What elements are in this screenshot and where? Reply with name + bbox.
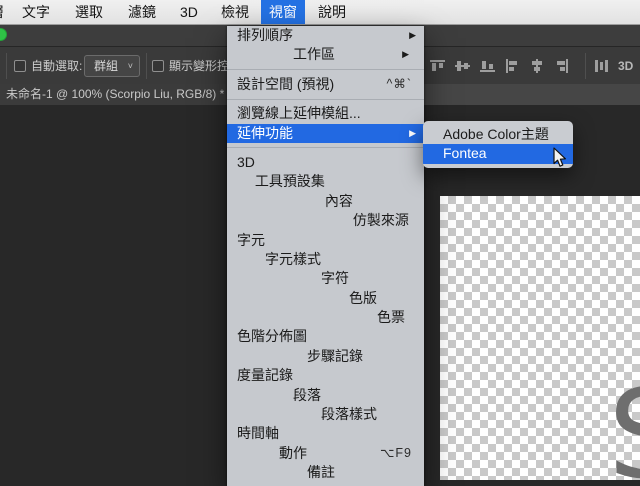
auto-select-value: 群組 (94, 59, 119, 73)
align-horizontal-centers-icon[interactable] (529, 58, 546, 74)
show-transform-checkbox[interactable] (152, 60, 164, 72)
menu-item-measurement-log[interactable]: 度量記錄 (227, 366, 424, 385)
menubar-item-select[interactable]: 選取 (75, 0, 103, 24)
menubar-item-layer-clipped[interactable]: 層 (0, 0, 4, 24)
menu-item-3d[interactable]: 3D (227, 153, 424, 172)
menubar-item-window[interactable]: 視窗 (261, 0, 305, 24)
divider (6, 53, 7, 79)
menu-item-extensions[interactable]: 延伸功能 ▶ (227, 123, 424, 143)
window-zoom-button[interactable] (0, 28, 7, 41)
window-menu: 排列順序 ▶ 工作區 ▶ 設計空間 (預視) ^⌘` 瀏覽線上延伸模組... 延伸功能… (227, 26, 424, 486)
alignment-toolbar (425, 54, 575, 78)
submenu-item-fontea[interactable]: Fontea (423, 144, 573, 164)
menu-item-clone-source[interactable]: 仿製來源 (227, 211, 424, 230)
distribute-icon[interactable] (593, 58, 610, 74)
extensions-submenu: Adobe Color主題 Fontea (423, 121, 573, 168)
submenu-arrow-icon: ▶ (402, 49, 410, 60)
menu-item-design-space[interactable]: 設計空間 (預視) ^⌘` (227, 75, 424, 94)
divider (146, 53, 147, 79)
menu-item-paragraph-styles[interactable]: 段落樣式 (227, 405, 424, 424)
document-tab[interactable]: 未命名-1 @ 100% (Scorpio Liu, RGB/8) * (0, 84, 238, 105)
menu-item-paragraph[interactable]: 段落 (227, 386, 424, 405)
menu-item-history[interactable]: 步驟記錄 (227, 347, 424, 366)
submenu-arrow-icon: ▶ (409, 127, 416, 138)
menubar-item-filter[interactable]: 濾鏡 (128, 0, 156, 24)
menu-item-arrange[interactable]: 排列順序 ▶ (227, 26, 424, 45)
menu-item-tool-presets[interactable]: 工具預設集 (227, 172, 424, 191)
options-3d-label: 3D (618, 59, 634, 73)
menu-item-workspace[interactable]: 工作區 ▶ (227, 45, 424, 64)
auto-select-label: 自動選取: (31, 59, 83, 73)
align-vertical-centers-icon[interactable] (454, 58, 471, 74)
menu-item-character-styles[interactable]: 字元樣式 (227, 250, 424, 269)
menubar-item-view[interactable]: 檢視 (221, 0, 249, 24)
menubar-item-type[interactable]: 文字 (22, 0, 50, 24)
menu-separator (227, 147, 424, 149)
menu-item-channels[interactable]: 色版 (227, 289, 424, 308)
align-right-edges-icon[interactable] (554, 58, 571, 74)
align-top-edges-icon[interactable] (429, 58, 446, 74)
chevron-down-icon: ˅ (127, 61, 133, 71)
align-left-edges-icon[interactable] (504, 58, 521, 74)
mouse-cursor-icon (553, 147, 566, 167)
align-bottom-edges-icon[interactable] (479, 58, 496, 74)
menu-bar: 層 文字 選取 濾鏡 3D 檢視 視窗 說明 (0, 0, 640, 25)
auto-select-dropdown[interactable]: 群組 ˅ (84, 55, 140, 77)
menubar-item-3d[interactable]: 3D (180, 0, 198, 24)
document-canvas[interactable]: S (440, 196, 640, 480)
shortcut-label: ^⌘` (386, 76, 412, 91)
menu-item-character[interactable]: 字元 (227, 231, 424, 250)
menubar-item-help[interactable]: 說明 (318, 0, 346, 24)
menu-item-histogram[interactable]: 色階分佈圖 (227, 327, 424, 346)
menu-separator (227, 98, 424, 100)
auto-select-checkbox[interactable] (14, 60, 26, 72)
menu-item-swatches[interactable]: 色票 (227, 308, 424, 327)
menu-separator (227, 69, 424, 71)
menu-item-timeline[interactable]: 時間軸 (227, 424, 424, 443)
document-tab-title: 未命名-1 @ 100% (Scorpio Liu, RGB/8) * (6, 87, 225, 101)
submenu-item-adobe-color-themes[interactable]: Adobe Color主題 (423, 125, 573, 145)
shortcut-label: ⌥F9 (380, 445, 412, 460)
canvas-letter: S (608, 374, 640, 480)
menu-item-properties[interactable]: 內容 (227, 192, 424, 211)
menu-item-browse-extensions-online[interactable]: 瀏覽線上延伸模組... (227, 104, 424, 123)
menu-item-actions[interactable]: 動作 ⌥F9 (227, 444, 424, 463)
submenu-arrow-icon: ▶ (409, 30, 416, 40)
menu-item-glyphs[interactable]: 字符 (227, 269, 424, 288)
divider (585, 53, 586, 79)
